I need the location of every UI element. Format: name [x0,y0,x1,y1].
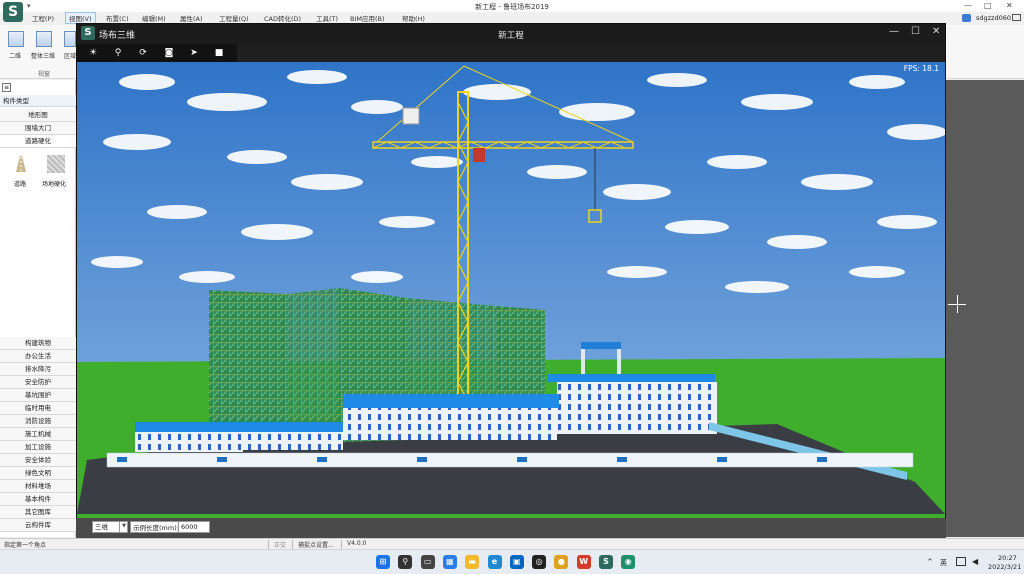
menu-attribute[interactable]: 属性(A) [180,13,203,23]
category-processing[interactable]: 加工设施 [0,441,76,454]
version-label: V4.0.0 [347,540,367,547]
category-material-yard[interactable]: 材料堆场 [0,480,76,493]
tool-hardened-label[interactable]: 场地硬化 [42,179,66,188]
app-circle-icon[interactable]: ◉ [621,555,636,569]
ribbon-group-label: 视窗 [38,71,51,78]
file-explorer-icon[interactable]: ▬ [465,555,480,569]
widgets-icon[interactable]: ▦ [442,555,457,569]
region-icon[interactable] [64,31,76,47]
panel-toggle-icon[interactable]: ≡ [2,83,11,92]
category-safety-protection[interactable]: 安全防护 [0,376,76,389]
category-office-living[interactable]: 办公生活 [0,350,76,363]
category-fence-gate[interactable]: 围墙大门 [0,122,76,135]
search-icon[interactable]: ⚲ [398,555,413,569]
edge-icon[interactable]: e [487,555,502,569]
scene-minimize-button[interactable]: — [889,26,899,37]
wps-icon[interactable]: W [576,555,591,569]
scene-close-button[interactable]: ✕ [932,26,940,37]
ime-indicator[interactable]: 英 [940,558,947,568]
close-button[interactable]: ✕ [1006,1,1013,10]
menu-edit[interactable]: 编辑(M) [142,13,166,23]
scene-viewport[interactable]: FPS: 18.1 [77,62,945,518]
plan-2d-icon[interactable] [8,31,24,47]
category-terrain[interactable]: 地形图 [0,109,76,122]
location-pin-icon[interactable]: ⚲ [112,47,124,59]
road-icon[interactable] [12,155,30,173]
cube-3d-icon[interactable] [36,31,52,47]
category-pit-support[interactable]: 基坑围护 [0,389,76,402]
category-fire-facility[interactable]: 消防设施 [0,415,76,428]
tray-overflow-icon[interactable]: ^ [927,558,933,566]
crosshair-cursor-vertical [957,295,958,313]
category-machinery[interactable]: 施工机械 [0,428,76,441]
status-divider [292,540,293,549]
length-label: 示例长度(mm): [130,521,182,533]
app-title: 新工程 - 鲁班场布2019 [475,3,549,11]
camera-icon[interactable]: ◙ [163,47,175,59]
ribbon-2d-label[interactable]: 二维 [9,51,21,60]
cloud-icon[interactable] [962,14,971,22]
sun-icon[interactable]: ☀ [87,47,99,59]
send-icon[interactable]: ➤ [188,47,200,59]
scene-toolbar: ☀ ⚲ ⟳ ◙ ➤ ■ [77,44,237,62]
scene-3d-titlebar: S 场布三维 新工程 — ☐ ✕ [77,24,945,44]
menu-project[interactable]: 工程(P) [32,13,54,23]
category-other-library[interactable]: 其它图库 [0,506,76,519]
menu-quantity[interactable]: 工程量(Q) [219,13,249,23]
minimize-button[interactable]: — [964,1,972,10]
panel-header: 构件类型 [0,95,76,107]
scene-window-title: 新工程 [498,31,524,41]
user-name[interactable]: sdgzzd060 [976,14,1011,22]
length-input[interactable]: 6000 [178,521,210,533]
network-icon[interactable] [956,557,966,566]
app-gear-icon[interactable]: ◎ [532,555,547,569]
store-icon[interactable]: ▣ [509,555,524,569]
ortho-toggle[interactable]: 正交 [274,540,286,549]
scene-maximize-button[interactable]: ☐ [911,26,920,37]
hardened-ground-icon[interactable] [47,155,65,173]
taskbar: ⊞ ⚲ ▭ ▦ ▬ e ▣ ◎ ● W S ◉ ^ 英 ◀ 20:27 2022/3/21 [0,549,1024,574]
fps-counter: FPS: 18.1 [903,64,939,73]
video-camera-icon[interactable]: ■ [213,47,225,59]
category-drainage[interactable]: 排水降污 [0,363,76,376]
category-basic-component[interactable]: 基本构件 [0,493,76,506]
menu-tools[interactable]: 工具(T) [316,13,338,23]
chevron-down-icon[interactable]: ▼ [119,521,128,533]
status-prompt: 指定第一个角点 [4,542,47,549]
volume-icon[interactable]: ◀ [972,557,978,566]
snap-settings-button[interactable]: 捕捉点设置... [298,540,334,549]
windows-start-icon[interactable]: ⊞ [376,555,390,569]
luban-icon[interactable]: S [599,555,613,569]
construction-site-scene [77,62,945,518]
menu-place[interactable]: 布置(C) [106,13,129,23]
ribbon-region-label[interactable]: 区域 [64,51,76,60]
ribbon-3d-label[interactable]: 整体三维 [31,51,55,60]
rotate-icon[interactable]: ⟳ [137,47,149,59]
category-temp-power[interactable]: 临时用电 [0,402,76,415]
category-safety-experience[interactable]: 安全体验 [0,454,76,467]
menu-help[interactable]: 帮助(H) [402,13,425,23]
tool-road-label[interactable]: 道路 [14,179,26,188]
menu-bim[interactable]: BIM应用(B) [350,13,385,23]
menu-cad[interactable]: CAD转化(D) [264,13,301,23]
app-chrome-icon[interactable]: ● [554,555,569,569]
maximize-button[interactable]: □ [984,1,992,10]
category-green-civilized[interactable]: 绿色文明 [0,467,76,480]
task-view-icon[interactable]: ▭ [420,555,435,569]
mail-icon[interactable] [1012,14,1021,21]
clock-time[interactable]: 20:27 [998,554,1017,562]
scene-3d-window: S 场布三维 新工程 — ☐ ✕ ☀ ⚲ ⟳ ◙ ➤ ■ FPS: 18.1 [76,23,946,518]
category-cloud-library[interactable]: 云构件库 [0,519,76,532]
clock-date[interactable]: 2022/3/21 [988,563,1021,571]
status-divider [268,540,269,549]
category-building[interactable]: 构建筑物 [0,337,76,350]
status-divider [341,540,342,549]
status-bar: 指定第一个角点 正交 捕捉点设置... V4.0.0 [0,538,1024,549]
category-road-hardening[interactable]: 道路硬化 [0,135,76,148]
site-fence-front [106,452,914,468]
